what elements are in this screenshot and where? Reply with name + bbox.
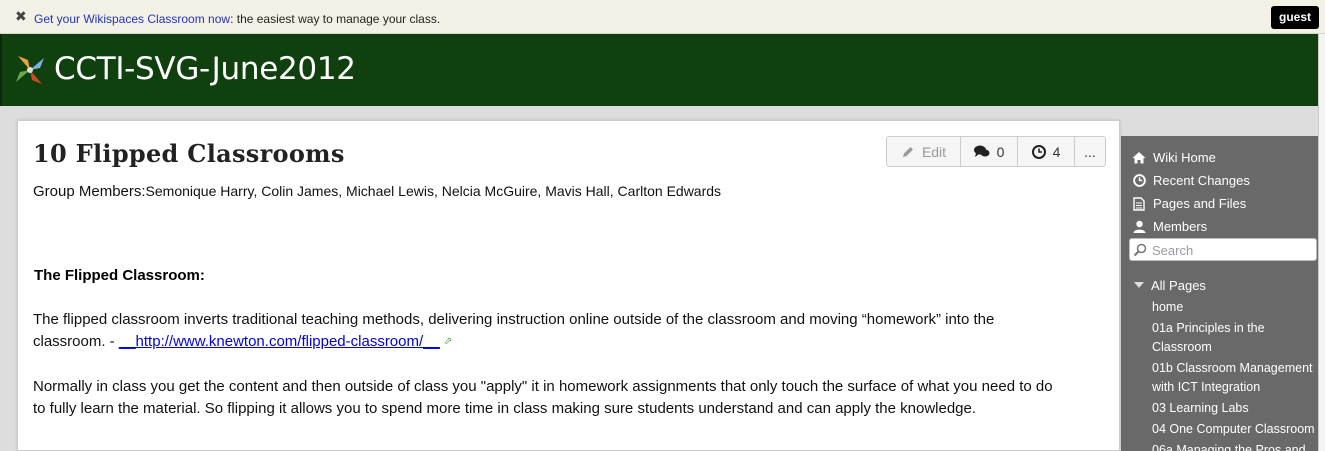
site-title[interactable]: CCTI-SVG-June2012 xyxy=(54,51,356,87)
section-heading: The Flipped Classroom: xyxy=(34,267,205,284)
site-header: CCTI-SVG-June2012 xyxy=(0,34,1318,106)
page-title: 10 Flipped Classrooms xyxy=(33,139,345,168)
user-menu-button[interactable]: guest xyxy=(1271,6,1319,29)
promo-link[interactable]: Get your Wikispaces Classroom now xyxy=(34,12,230,26)
sidebar-item-label: Members xyxy=(1153,219,1208,234)
all-pages-toggle[interactable]: All Pages xyxy=(1134,278,1206,293)
paragraph-2: Normally in class you get the content an… xyxy=(33,378,1053,417)
knewton-link[interactable]: __http://www.knewton.com/flipped-classro… xyxy=(119,333,440,350)
clock-icon xyxy=(1031,144,1046,159)
scrollbar[interactable] xyxy=(1318,34,1325,451)
page-link-01a[interactable]: 01a Principles in the Classroom xyxy=(1152,319,1318,357)
group-members: Group Members:Semonique Harry, Colin Jam… xyxy=(33,183,721,200)
page-link-01b[interactable]: 01b Classroom Management with ICT Integr… xyxy=(1152,359,1318,397)
clock-icon xyxy=(1132,174,1146,188)
edit-label: Edit xyxy=(921,143,947,160)
page-list: home 01a Principles in the Classroom 01b… xyxy=(1152,298,1318,451)
search-box xyxy=(1129,238,1317,261)
page-link-04[interactable]: 04 One Computer Classroom xyxy=(1152,420,1318,439)
wikispaces-logo-icon[interactable] xyxy=(12,52,48,88)
comments-count: 0 xyxy=(996,143,1005,160)
sidebar-item-label: Recent Changes xyxy=(1153,173,1250,188)
sidebar-item-wiki-home[interactable]: Wiki Home xyxy=(1129,146,1318,169)
group-members-value: Semonique Harry, Colin James, Michael Le… xyxy=(145,183,722,199)
history-count: 4 xyxy=(1052,143,1061,160)
document-icon xyxy=(1132,196,1146,211)
close-icon[interactable]: ✖ xyxy=(15,9,29,23)
search-input[interactable] xyxy=(1152,241,1312,259)
content-panel: 10 Flipped Classrooms Edit 0 4 ... Group… xyxy=(17,120,1120,451)
sidebar-nav: Wiki Home Recent Changes Pages and Files… xyxy=(1129,146,1318,238)
external-link-icon: ⬀ xyxy=(443,336,453,347)
promo-bar: ✖ Get your Wikispaces Classroom now: the… xyxy=(0,0,1325,34)
promo-text: : the easiest way to manage your class. xyxy=(230,12,441,26)
sidebar-item-recent-changes[interactable]: Recent Changes xyxy=(1129,169,1318,192)
home-icon xyxy=(1132,151,1146,165)
page-link-03[interactable]: 03 Learning Labs xyxy=(1152,399,1318,418)
comments-icon xyxy=(973,145,990,157)
page-link-home[interactable]: home xyxy=(1152,298,1318,317)
sidebar-item-label: Wiki Home xyxy=(1153,150,1216,165)
all-pages-label: All Pages xyxy=(1151,278,1206,293)
group-members-label: Group Members: xyxy=(33,183,146,200)
history-button[interactable]: 4 xyxy=(1018,137,1075,166)
page-toolbar: Edit 0 4 ... xyxy=(886,136,1106,167)
sidebar-item-members[interactable]: Members xyxy=(1129,215,1318,238)
page-link-06a[interactable]: 06a Managing the Pros and xyxy=(1152,441,1318,451)
search-icon xyxy=(1133,243,1147,257)
edit-button[interactable]: Edit xyxy=(887,137,961,166)
comments-button[interactable]: 0 xyxy=(961,137,1018,166)
sidebar-item-label: Pages and Files xyxy=(1153,196,1247,211)
caret-down-icon xyxy=(1134,282,1144,288)
user-icon xyxy=(1132,220,1146,234)
pencil-icon xyxy=(902,146,913,157)
sidebar-item-pages-and-files[interactable]: Pages and Files xyxy=(1129,192,1318,215)
promo-message: Get your Wikispaces Classroom now: the e… xyxy=(34,12,440,26)
more-button[interactable]: ... xyxy=(1075,137,1105,166)
paragraph-1: The flipped classroom inverts traditiona… xyxy=(33,309,1063,353)
